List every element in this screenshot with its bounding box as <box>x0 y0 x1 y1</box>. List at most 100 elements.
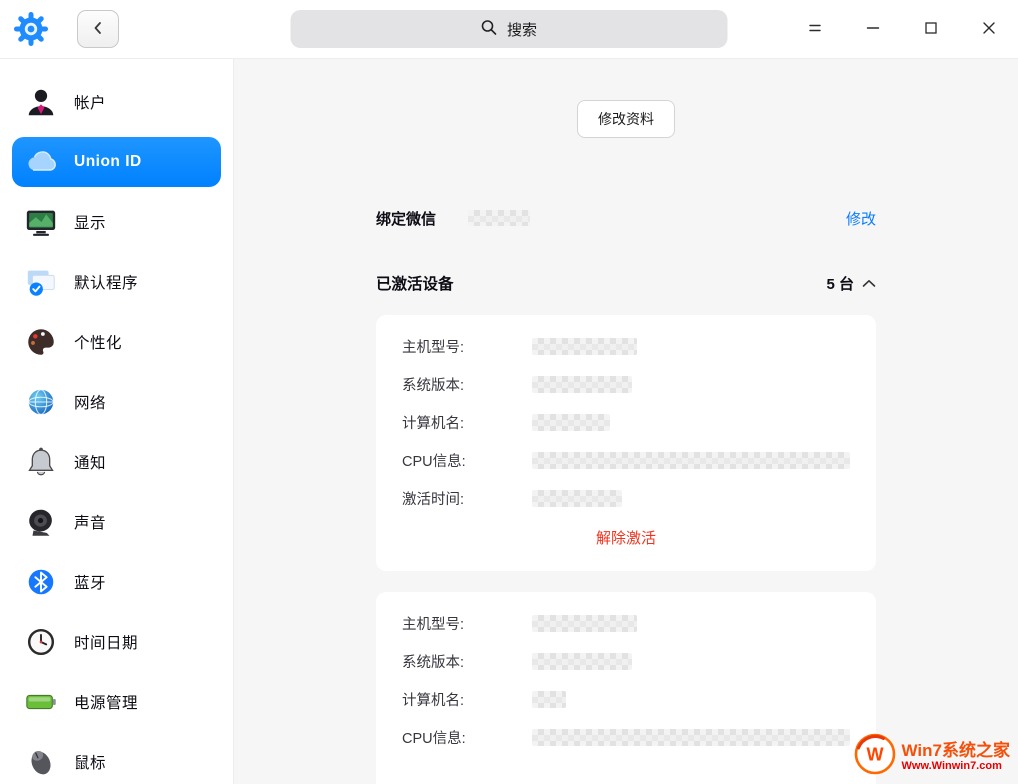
winwin7-logo: W <box>854 733 896 780</box>
redacted-value <box>532 414 610 431</box>
display-icon <box>22 203 60 241</box>
cloud-icon <box>22 143 60 181</box>
sidebar-item-label: Union ID <box>74 153 142 171</box>
sidebar-item-label: 网络 <box>74 391 106 413</box>
sidebar-item-label: 通知 <box>74 451 106 473</box>
chevron-left-icon <box>90 20 106 39</box>
device-card: 主机型号: 系统版本: 计算机名: CPU信息: 激活时间: <box>376 315 876 571</box>
device-field-row: CPU信息: <box>402 728 850 746</box>
devices-count: 5 台 <box>826 273 854 294</box>
clock-icon <box>22 623 60 661</box>
settings-window: 搜索 <box>0 0 1018 784</box>
bluetooth-icon <box>22 563 60 601</box>
sidebar-item-label: 鼠标 <box>74 751 106 773</box>
watermark-title: Win7系统之家 <box>902 741 1010 760</box>
device-field-label: CPU信息: <box>402 450 512 471</box>
sidebar-item-union-id[interactable]: Union ID <box>12 137 221 187</box>
minimize-button[interactable] <box>844 0 902 58</box>
svg-text:W: W <box>866 745 883 765</box>
maximize-icon <box>924 21 938 38</box>
settings-gear-icon <box>13 11 49 47</box>
close-icon <box>982 21 996 38</box>
bell-icon <box>22 443 60 481</box>
device-field-label: 主机型号: <box>402 613 512 634</box>
activated-devices-header: 已激活设备 5 台 <box>376 272 876 294</box>
wechat-label: 绑定微信 <box>376 208 436 229</box>
user-icon <box>22 83 60 121</box>
device-field-row: 计算机名: <box>402 690 850 708</box>
sidebar-item-personalization[interactable]: 个性化 <box>12 317 221 367</box>
redacted-value <box>468 210 530 226</box>
sidebar-item-label: 显示 <box>74 211 106 233</box>
search-input[interactable]: 搜索 <box>291 10 728 48</box>
modify-link[interactable]: 修改 <box>846 208 876 229</box>
chevron-up-icon[interactable] <box>862 279 876 288</box>
device-field-label: 计算机名: <box>402 412 512 433</box>
sidebar-item-notifications[interactable]: 通知 <box>12 437 221 487</box>
device-card: 主机型号: 系统版本: 计算机名: CPU信息: <box>376 592 876 784</box>
device-field-label: 系统版本: <box>402 374 512 395</box>
union-id-content: 修改资料 绑定微信 修改 已激活设备 5 台 主机型号: <box>376 100 876 784</box>
device-field-row: 主机型号: <box>402 337 850 355</box>
menu-icon <box>807 21 823 38</box>
close-button[interactable] <box>960 0 1018 58</box>
maximize-button[interactable] <box>902 0 960 58</box>
mouse-icon <box>22 743 60 781</box>
sidebar-item-default-apps[interactable]: 默认程序 <box>12 257 221 307</box>
redacted-value <box>532 615 637 632</box>
sidebar-item-datetime[interactable]: 时间日期 <box>12 617 221 667</box>
device-field-label: 激活时间: <box>402 488 512 509</box>
device-field-row: 激活时间: <box>402 489 850 507</box>
sidebar-item-sound[interactable]: 声音 <box>12 497 221 547</box>
sidebar-item-label: 帐户 <box>74 91 106 113</box>
watermark: W Win7系统之家 Www.Winwin7.com <box>854 733 1010 780</box>
redacted-value <box>532 653 632 670</box>
devices-label: 已激活设备 <box>376 272 454 294</box>
sidebar-item-label: 声音 <box>74 511 106 533</box>
redacted-value <box>532 376 632 393</box>
main-panel: 修改资料 绑定微信 修改 已激活设备 5 台 主机型号: <box>234 58 1018 784</box>
redacted-value <box>532 452 850 469</box>
back-button[interactable] <box>77 10 119 48</box>
device-field-row: 计算机名: <box>402 413 850 431</box>
watermark-url: Www.Winwin7.com <box>902 760 1010 773</box>
search-icon <box>481 19 498 40</box>
device-field-row: 主机型号: <box>402 614 850 632</box>
sidebar-item-bluetooth[interactable]: 蓝牙 <box>12 557 221 607</box>
deactivate-link[interactable]: 解除激活 <box>402 527 850 547</box>
titlebar: 搜索 <box>0 0 1018 59</box>
sidebar-item-label: 默认程序 <box>74 271 138 293</box>
watermark-text: Win7系统之家 Www.Winwin7.com <box>902 741 1010 773</box>
speaker-icon <box>22 503 60 541</box>
sidebar-item-label: 时间日期 <box>74 631 138 653</box>
sidebar-item-label: 个性化 <box>74 331 122 353</box>
device-field-label: 计算机名: <box>402 689 512 710</box>
device-field-row: 系统版本: <box>402 652 850 670</box>
sidebar-item-display[interactable]: 显示 <box>12 197 221 247</box>
device-field-label: 系统版本: <box>402 651 512 672</box>
sidebar: 帐户 Union ID 显示 <box>0 58 234 784</box>
window-controls <box>786 0 1018 58</box>
edit-profile-button[interactable]: 修改资料 <box>577 100 675 138</box>
redacted-value <box>532 490 622 507</box>
search-label: 搜索 <box>507 19 537 40</box>
sidebar-item-power[interactable]: 电源管理 <box>12 677 221 727</box>
wechat-binding-row: 绑定微信 修改 <box>376 206 876 230</box>
redacted-value <box>532 338 637 355</box>
device-field-label: 主机型号: <box>402 336 512 357</box>
globe-icon <box>22 383 60 421</box>
default-apps-icon <box>22 263 60 301</box>
redacted-value <box>532 691 566 708</box>
device-field-row: CPU信息: <box>402 451 850 469</box>
sidebar-item-label: 蓝牙 <box>74 571 106 593</box>
sidebar-item-account[interactable]: 帐户 <box>12 77 221 127</box>
device-field-row: 系统版本: <box>402 375 850 393</box>
sidebar-item-label: 电源管理 <box>74 691 138 713</box>
menu-button[interactable] <box>786 0 844 58</box>
redacted-value <box>532 729 850 746</box>
palette-icon <box>22 323 60 361</box>
device-field-label: CPU信息: <box>402 727 512 748</box>
sidebar-item-mouse[interactable]: 鼠标 <box>12 737 221 784</box>
sidebar-item-network[interactable]: 网络 <box>12 377 221 427</box>
battery-icon <box>22 683 60 721</box>
